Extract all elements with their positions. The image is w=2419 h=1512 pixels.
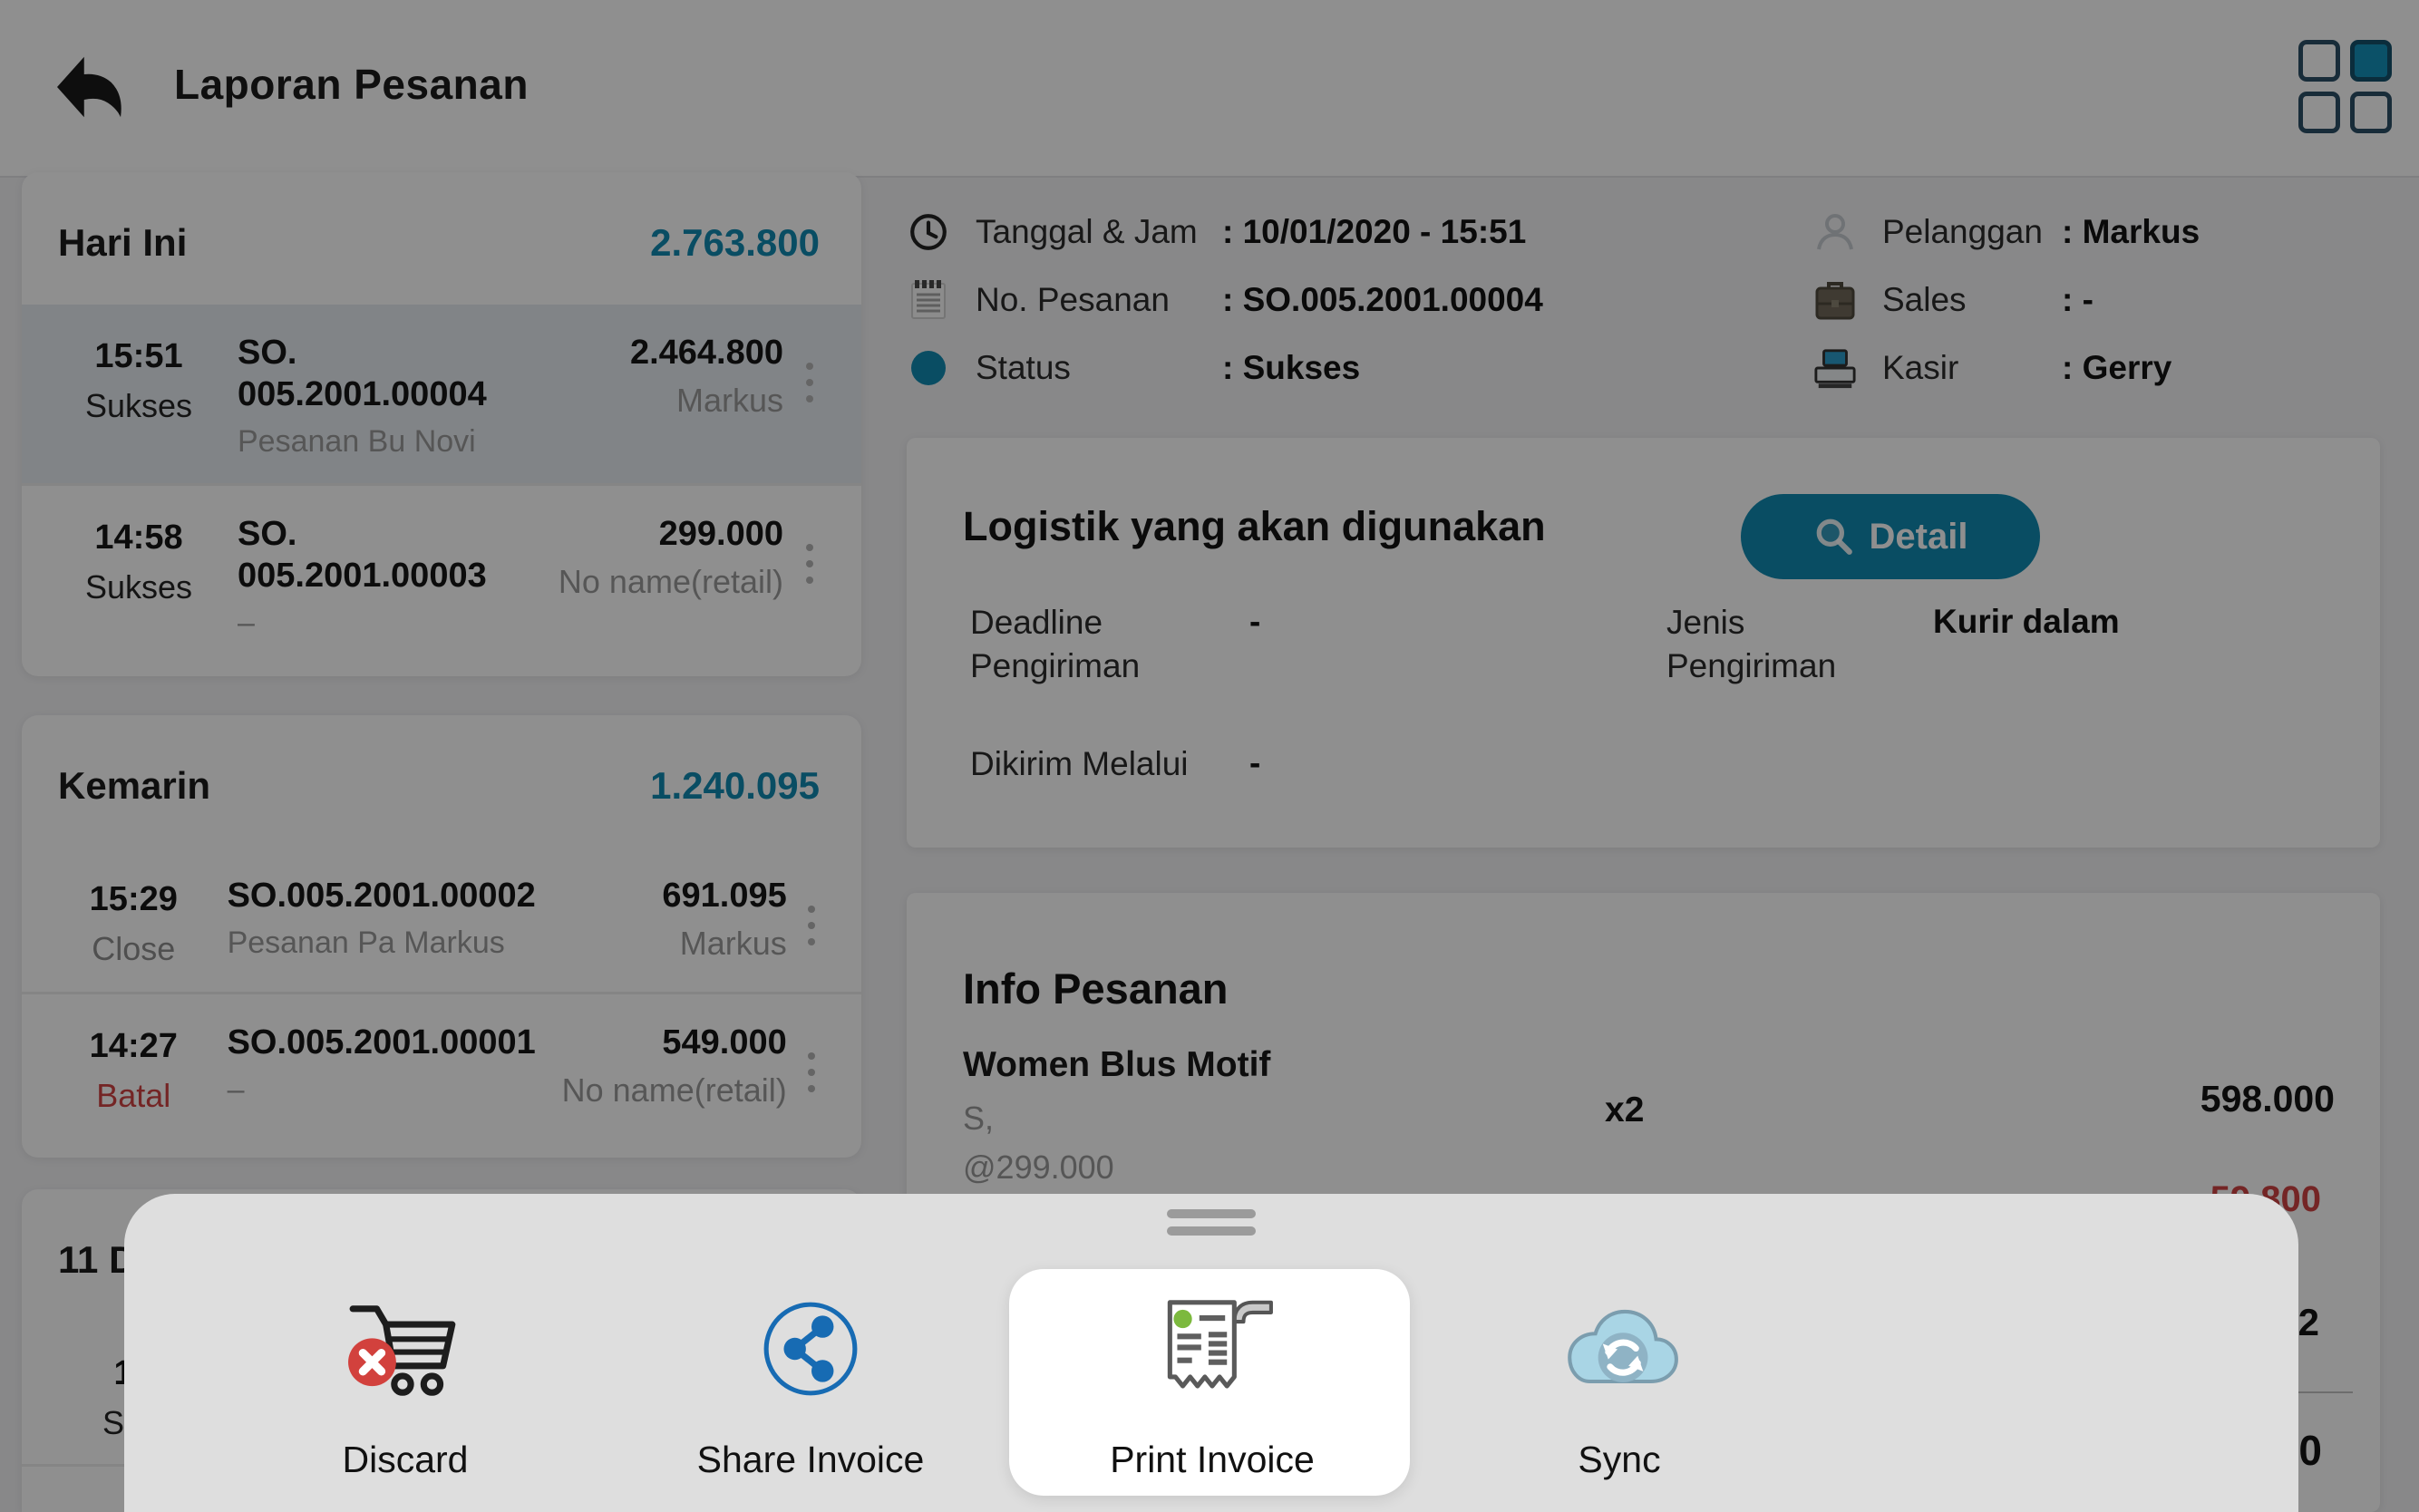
action-label: Discard <box>343 1439 469 1481</box>
discard-cart-icon <box>345 1281 465 1417</box>
action-sheet: Discard Share Invoice <box>124 1194 2298 1512</box>
receipt-icon <box>1148 1281 1277 1417</box>
cloud-sync-icon <box>1555 1281 1684 1417</box>
action-label: Share Invoice <box>697 1439 925 1481</box>
laporan-pesanan-screen: Laporan Pesanan Hari Ini 2.763.800 15:51… <box>0 0 2419 1512</box>
share-invoice-button[interactable]: Share Invoice <box>620 1281 1001 1481</box>
action-label: Print Invoice <box>1110 1439 1315 1481</box>
drag-handle[interactable] <box>1167 1209 1256 1244</box>
print-invoice-button[interactable]: Print Invoice <box>1022 1281 1403 1481</box>
discard-button[interactable]: Discard <box>215 1281 596 1481</box>
action-label: Sync <box>1578 1439 1660 1481</box>
sync-button[interactable]: Sync <box>1429 1281 1810 1481</box>
share-icon <box>760 1281 861 1417</box>
